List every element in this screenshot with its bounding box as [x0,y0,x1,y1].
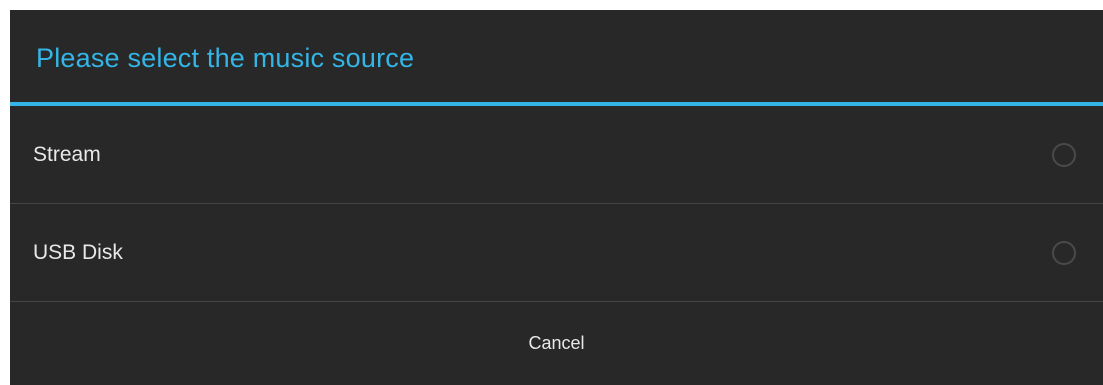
dialog-footer: Cancel [10,302,1103,384]
music-source-dialog: Please select the music source Stream US… [10,10,1103,385]
option-stream-label: Stream [33,142,101,166]
dialog-title: Please select the music source [36,42,415,73]
radio-unselected-icon[interactable] [1052,142,1076,167]
dialog-header: Please select the music source [10,10,1103,106]
option-usb-disk[interactable]: USB Disk [10,204,1103,302]
option-stream[interactable]: Stream [10,106,1103,204]
option-usb-disk-label: USB Disk [33,240,123,264]
radio-unselected-icon[interactable] [1052,240,1076,265]
cancel-button[interactable]: Cancel [10,302,1103,384]
